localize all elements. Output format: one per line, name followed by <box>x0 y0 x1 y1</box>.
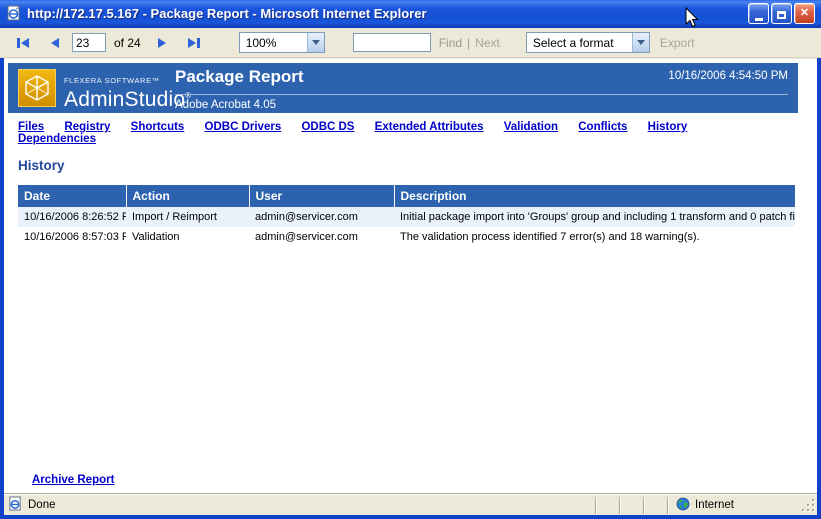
section-nav: Files Registry Shortcuts ODBC Drivers OD… <box>18 121 798 145</box>
history-table: Date Action User Description 10/16/2006 … <box>18 185 795 247</box>
cell-user: admin@servicer.com <box>249 227 394 247</box>
nav-link-history[interactable]: History <box>648 121 688 133</box>
nav-link-validation[interactable]: Validation <box>504 121 558 133</box>
nav-link-files[interactable]: Files <box>18 121 44 133</box>
nav-link-odbc-drivers[interactable]: ODBC Drivers <box>205 121 282 133</box>
cell-action: Validation <box>126 227 249 247</box>
find-input[interactable] <box>353 33 431 52</box>
export-format-select[interactable]: Select a format <box>526 32 650 53</box>
next-page-icon <box>157 37 168 49</box>
nav-link-registry[interactable]: Registry <box>64 121 110 133</box>
next-result-button[interactable]: Next <box>475 36 500 50</box>
status-bar: Done Internet <box>4 494 817 515</box>
nav-link-shortcuts[interactable]: Shortcuts <box>131 121 185 133</box>
report-page: FLEXERA SOFTWARE™ AdminStudio® Package R… <box>4 59 817 494</box>
history-section-title: History <box>18 158 65 173</box>
cell-user: admin@servicer.com <box>249 207 394 227</box>
table-header-row: Date Action User Description <box>18 185 795 207</box>
window-title: http://172.17.5.167 - Package Report - M… <box>27 6 748 21</box>
report-toolbar: of 24 100% Find | Next Select a format E… <box>0 28 821 58</box>
chevron-down-icon <box>312 40 320 45</box>
report-header-band: FLEXERA SOFTWARE™ AdminStudio® Package R… <box>8 63 798 113</box>
cell-date: 10/16/2006 8:57:03 PM <box>18 227 126 247</box>
nav-link-odbc-ds[interactable]: ODBC DS <box>301 121 354 133</box>
close-icon: ✕ <box>800 7 809 19</box>
previous-page-button[interactable] <box>45 37 64 49</box>
cell-description: The validation process identified 7 erro… <box>394 227 795 247</box>
format-dropdown-button[interactable] <box>632 33 649 52</box>
report-timestamp: 10/16/2006 4:54:50 PM <box>668 70 788 82</box>
status-text: Done <box>28 499 56 511</box>
status-pane <box>619 497 643 514</box>
first-page-icon <box>16 37 31 49</box>
nav-link-dependencies[interactable]: Dependencies <box>18 133 96 145</box>
cell-date: 10/16/2006 8:26:52 PM <box>18 207 126 227</box>
ie-page-icon <box>8 496 23 514</box>
export-button[interactable]: Export <box>660 36 695 50</box>
status-pane <box>643 497 667 514</box>
column-header-date: Date <box>18 185 126 207</box>
zoom-select[interactable]: 100% <box>239 32 325 53</box>
find-next-separator: | <box>467 36 470 50</box>
cell-action: Import / Reimport <box>126 207 249 227</box>
column-header-action: Action <box>126 185 249 207</box>
security-zone-pane: Internet <box>667 497 801 514</box>
first-page-button[interactable] <box>12 37 35 49</box>
page-number-input[interactable] <box>72 33 106 52</box>
page-count-label: of 24 <box>114 36 141 50</box>
maximize-button[interactable] <box>771 3 792 24</box>
next-page-button[interactable] <box>153 37 172 49</box>
title-bar[interactable]: http://172.17.5.167 - Package Report - M… <box>0 0 821 28</box>
table-row: 10/16/2006 8:26:52 PM Import / Reimport … <box>18 207 795 227</box>
zone-text: Internet <box>695 499 734 511</box>
export-format-value: Select a format <box>527 36 632 50</box>
maximize-icon <box>777 11 786 19</box>
table-row: 10/16/2006 8:57:03 PM Validation admin@s… <box>18 227 795 247</box>
status-pane <box>595 497 619 514</box>
adminstudio-label: AdminStudio® <box>64 88 191 111</box>
column-header-user: User <box>249 185 394 207</box>
ie-page-icon <box>6 5 22 21</box>
resize-grip[interactable] <box>801 497 817 514</box>
adminstudio-logo-icon <box>18 69 56 107</box>
find-button[interactable]: Find <box>439 36 462 50</box>
chevron-down-icon <box>637 40 645 45</box>
flexera-software-label: FLEXERA SOFTWARE™ <box>64 76 160 85</box>
minimize-icon <box>755 18 763 21</box>
minimize-button[interactable] <box>748 3 769 24</box>
last-page-button[interactable] <box>182 37 205 49</box>
header-divider <box>175 94 788 95</box>
internet-globe-icon <box>676 497 690 514</box>
page-title: Package Report <box>175 67 304 87</box>
cell-description: Initial package import into 'Groups' gro… <box>394 207 795 227</box>
nav-link-extended-attributes[interactable]: Extended Attributes <box>375 121 484 133</box>
close-button[interactable]: ✕ <box>794 3 815 24</box>
package-name: Adobe Acrobat 4.05 <box>175 99 276 111</box>
archive-report-link[interactable]: Archive Report <box>32 474 114 486</box>
previous-page-icon <box>49 37 60 49</box>
brand-block: FLEXERA SOFTWARE™ AdminStudio® <box>64 70 191 111</box>
last-page-icon <box>186 37 201 49</box>
zoom-value: 100% <box>240 36 307 50</box>
zoom-dropdown-button[interactable] <box>307 33 324 52</box>
nav-link-conflicts[interactable]: Conflicts <box>578 121 627 133</box>
browser-window: http://172.17.5.167 - Package Report - M… <box>0 0 821 519</box>
column-header-description: Description <box>394 185 795 207</box>
